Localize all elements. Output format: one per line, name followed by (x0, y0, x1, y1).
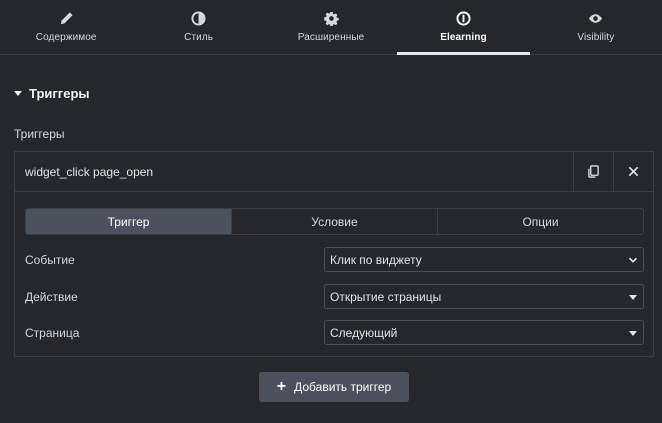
remove-button[interactable] (613, 151, 653, 192)
copy-icon (588, 165, 599, 178)
event-row: Событие Клик по виджету (25, 247, 644, 272)
tab-advanced[interactable]: Расширенные (265, 0, 397, 54)
action-select[interactable]: Открытие страницы (324, 284, 644, 309)
caret-down-icon (629, 331, 637, 336)
half-circle-icon (191, 10, 207, 26)
eye-icon (588, 10, 604, 26)
info-circle-icon (455, 10, 471, 26)
action-row: Действие Открытие страницы (25, 284, 644, 309)
gear-icon (323, 10, 339, 26)
event-select-value: Клик по виджету (330, 252, 422, 267)
plus-icon: + (276, 378, 287, 395)
tab-visibility[interactable]: Visibility (530, 0, 662, 54)
section-header-triggers[interactable]: Триггеры (14, 86, 89, 101)
tab-style[interactable]: Стиль (132, 0, 264, 54)
trigger-inner-tabs: Триггер Условие Опции (25, 208, 644, 235)
page-row: Страница Следующий (25, 320, 644, 345)
tab-label: Visibility (577, 32, 615, 43)
tab-elearning[interactable]: Elearning (397, 0, 531, 55)
tab-content[interactable]: Содержимое (0, 0, 132, 54)
caret-down-icon (14, 91, 22, 96)
page-label: Страница (25, 325, 80, 340)
inner-tab-options[interactable]: Опции (437, 209, 643, 234)
inner-tab-trigger[interactable]: Триггер (26, 209, 231, 234)
add-trigger-button[interactable]: + Добавить триггер (259, 372, 409, 402)
close-icon (628, 166, 639, 177)
repeater-item-header[interactable]: widget_click page_open (15, 151, 653, 192)
section-title: Триггеры (29, 86, 90, 101)
page-select-value: Следующий (330, 325, 398, 340)
inner-tab-condition[interactable]: Условие (231, 209, 437, 234)
duplicate-button[interactable] (573, 151, 613, 192)
event-select[interactable]: Клик по виджету (324, 247, 644, 272)
chevron-down-icon (628, 257, 638, 263)
repeater-item-title: widget_click page_open (25, 164, 154, 179)
event-label: Событие (25, 252, 75, 267)
action-select-value: Открытие страницы (330, 289, 442, 304)
panel-tabs: Содержимое Стиль Расширенные Elearning V… (0, 0, 662, 55)
action-label: Действие (25, 289, 78, 304)
tab-label: Стиль (184, 32, 214, 43)
caret-down-icon (629, 295, 637, 300)
trigger-repeater-item: widget_click page_open Триггер Условие О… (14, 151, 654, 357)
tab-label: Расширенные (297, 32, 365, 43)
add-trigger-label: Добавить триггер (294, 380, 392, 394)
tab-label: Elearning (440, 32, 487, 43)
pencil-icon (58, 10, 74, 26)
triggers-field-label: Триггеры (14, 127, 65, 141)
tab-label: Содержимое (35, 32, 97, 43)
page-select[interactable]: Следующий (324, 320, 644, 345)
